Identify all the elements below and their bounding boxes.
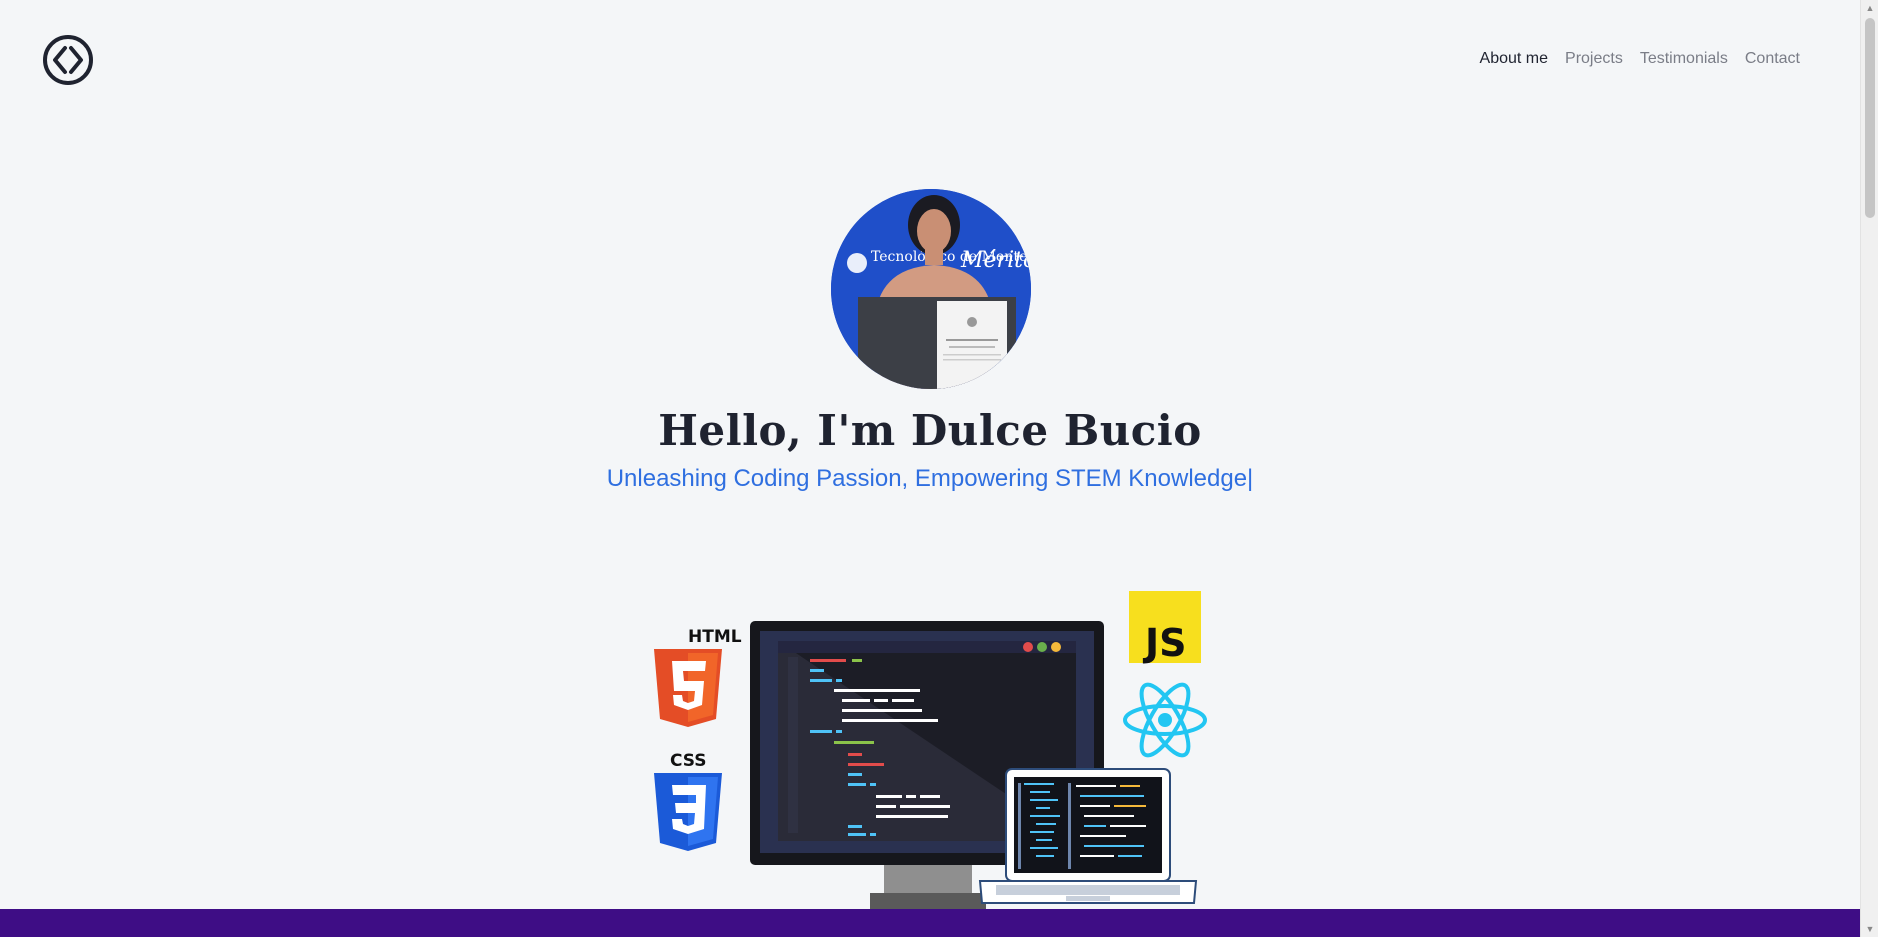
javascript-icon: JS (1129, 591, 1201, 665)
page: About me Projects Testimonials Contact T… (0, 0, 1860, 937)
nav-projects[interactable]: Projects (1565, 50, 1623, 68)
html5-icon: HTML (654, 627, 742, 727)
scroll-up-arrow-icon[interactable]: ▲ (1865, 2, 1875, 14)
laptop (978, 768, 1198, 904)
scroll-down-arrow-icon[interactable]: ▼ (1865, 923, 1875, 935)
react-icon (1123, 682, 1207, 758)
coding-illustration: HTML CSS JS (654, 591, 1207, 909)
nav-contact[interactable]: Contact (1745, 50, 1800, 68)
main-nav: About me Projects Testimonials Contact (1480, 50, 1800, 68)
hero-subtitle: Unleashing Coding Passion, Empowering ST… (606, 465, 1254, 492)
photo-text-right: Mérito Académico (960, 248, 1031, 273)
html-badge-label: HTML (688, 627, 742, 647)
vertical-scrollbar[interactable]: ▲ ▼ (1860, 0, 1878, 937)
hero-title: Hello, I'm Dulce Bucio (658, 406, 1202, 455)
nav-testimonials[interactable]: Testimonials (1640, 50, 1728, 68)
profile-photo: Tecnológico de Monterrey Mérito Académic… (831, 189, 1031, 389)
css3-icon: CSS (654, 751, 722, 851)
bottom-section-band (0, 909, 1860, 937)
scrollbar-thumb[interactable] (1865, 18, 1875, 218)
js-badge-label: JS (1142, 621, 1187, 665)
nav-about-me[interactable]: About me (1480, 50, 1548, 68)
logo-code-icon[interactable] (42, 34, 94, 86)
css-badge-label: CSS (670, 751, 707, 771)
